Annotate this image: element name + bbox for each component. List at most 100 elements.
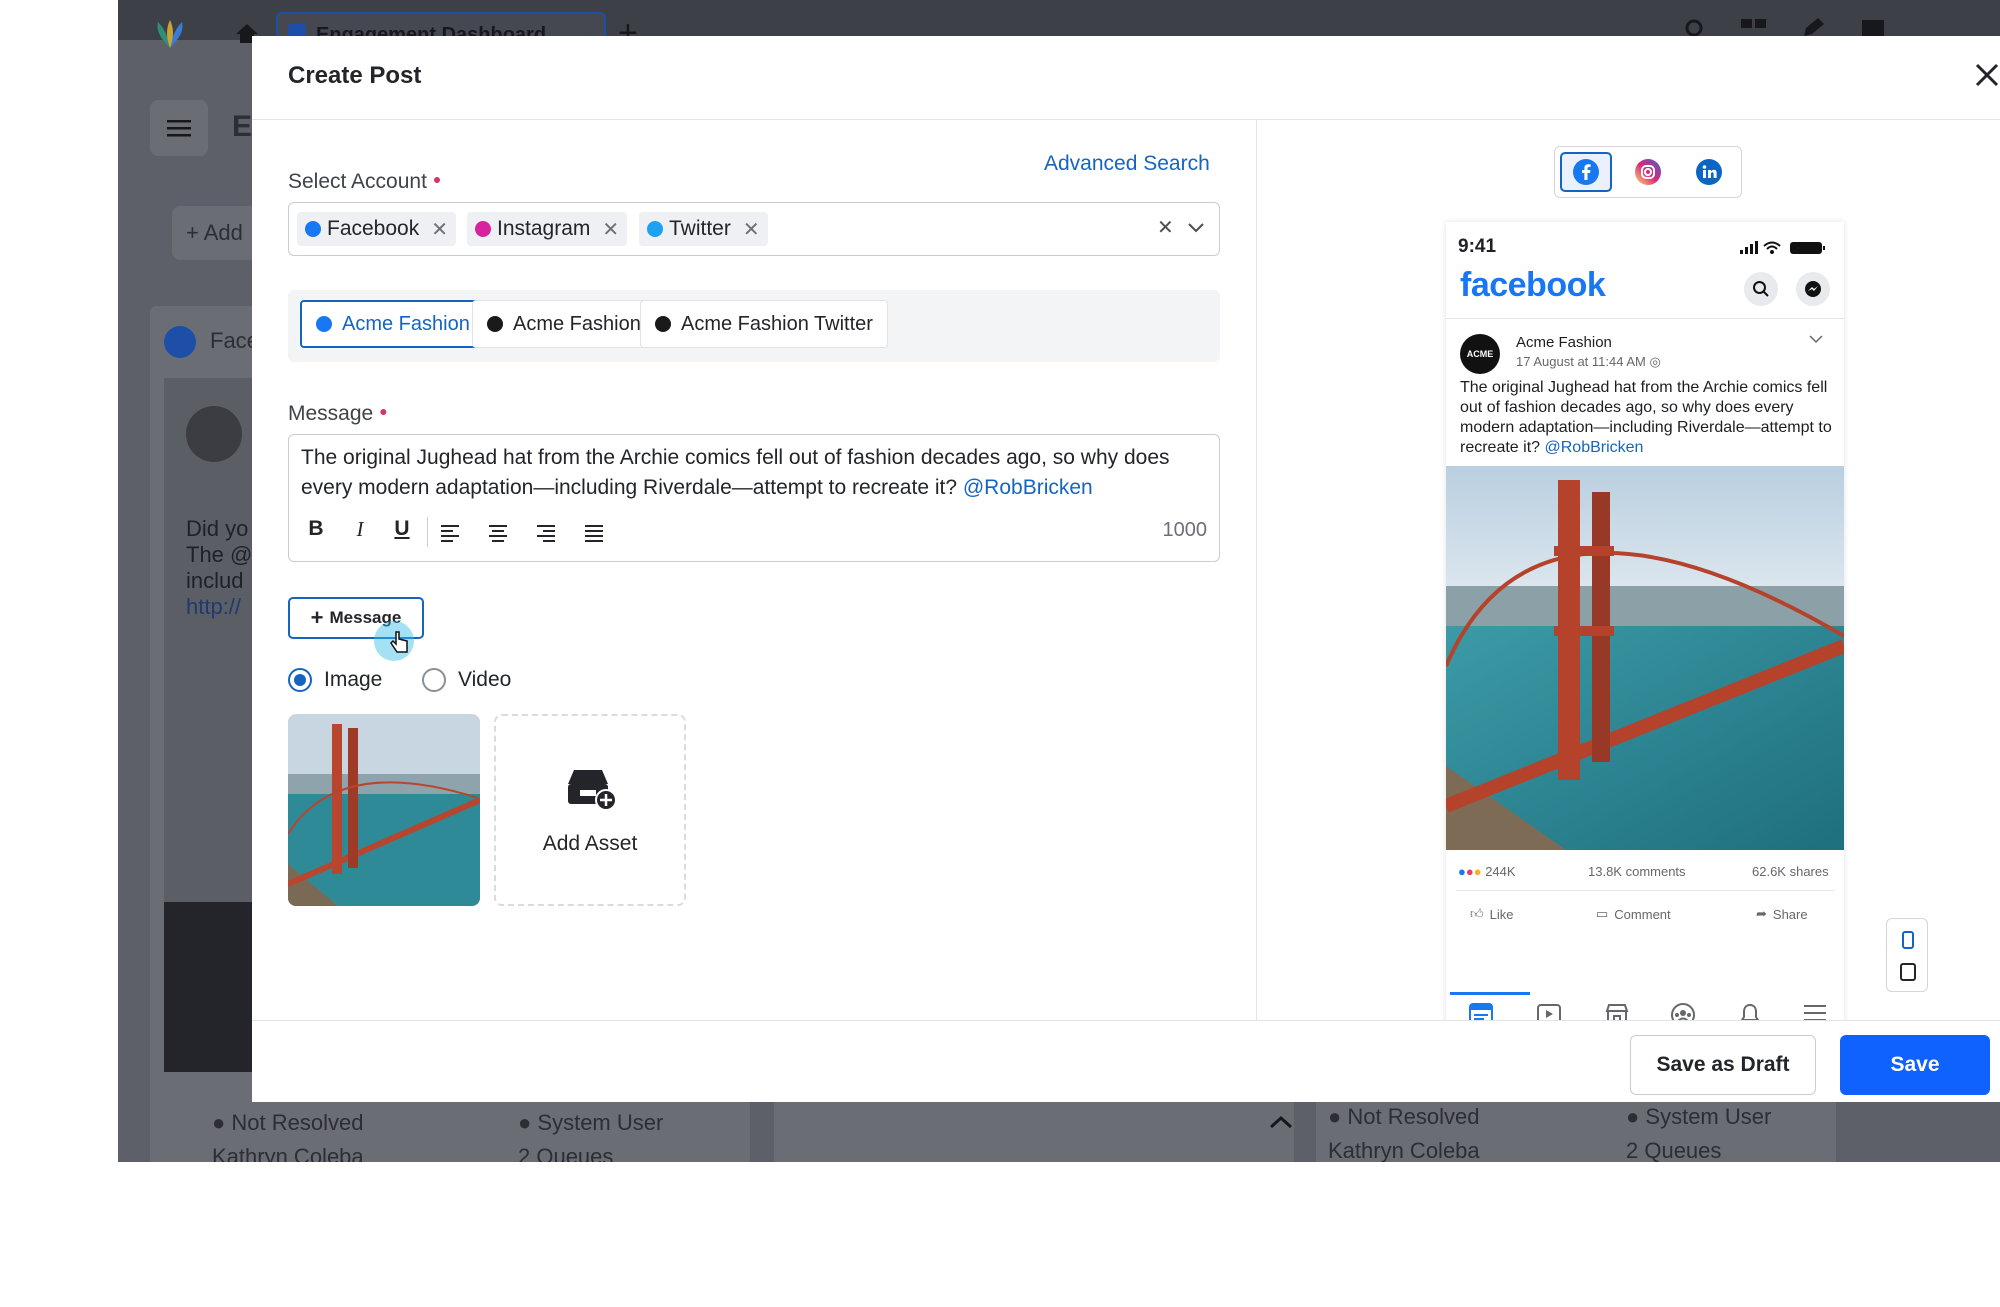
facebook-icon bbox=[305, 221, 321, 237]
status-icons bbox=[1740, 241, 1825, 254]
radio-image[interactable] bbox=[288, 668, 312, 692]
select-account-label: Select Account ● bbox=[288, 170, 442, 193]
facebook-wordmark: facebook bbox=[1460, 266, 1606, 304]
message-editor[interactable]: The original Jughead hat from the Archie… bbox=[288, 434, 1220, 562]
share-count: 62.6K shares bbox=[1752, 864, 1829, 879]
plus-icon: + bbox=[310, 605, 324, 630]
comment-action: ▭ Comment bbox=[1596, 906, 1671, 922]
reaction-count: ●●● 244K bbox=[1458, 864, 1516, 879]
instagram-icon bbox=[475, 221, 491, 237]
text-line: includ bbox=[186, 568, 244, 593]
mobile-view-icon[interactable] bbox=[1901, 931, 1915, 949]
align-center-icon[interactable] bbox=[487, 523, 509, 543]
app-logo-icon bbox=[157, 20, 183, 48]
italic-button[interactable]: I bbox=[347, 517, 373, 542]
text-line: Did yo bbox=[186, 516, 249, 541]
media-type-image[interactable]: Image bbox=[288, 668, 382, 692]
add-label: + Add bbox=[186, 220, 243, 245]
align-justify-icon[interactable] bbox=[583, 523, 605, 543]
search-icon bbox=[1753, 281, 1769, 297]
account-chip-instagram: Instagram ✕ bbox=[467, 212, 628, 246]
message-text[interactable]: The original Jughead hat from the Archie… bbox=[301, 443, 1211, 503]
share-action: ➦ Share bbox=[1756, 906, 1808, 922]
clear-all-icon[interactable]: ✕ bbox=[1157, 215, 1174, 240]
top-app-bar: Engagement Dashboard + bbox=[118, 0, 2000, 52]
mention-link: @RobBricken bbox=[1544, 439, 1644, 456]
close-icon[interactable] bbox=[1974, 62, 2000, 88]
instagram-icon bbox=[1635, 159, 1661, 185]
page-title-fragment: E bbox=[232, 110, 253, 143]
character-count: 1000 bbox=[1162, 519, 1208, 541]
page-name: Acme Fashion bbox=[1516, 334, 1612, 351]
menu-button[interactable] bbox=[150, 100, 208, 156]
chip-label: Twitter bbox=[669, 217, 731, 240]
avatar bbox=[186, 406, 242, 462]
add-asset-label: Add Asset bbox=[542, 832, 638, 855]
chevron-down-icon bbox=[1809, 335, 1823, 344]
bridge-image bbox=[288, 714, 480, 906]
media-type-video[interactable]: Video bbox=[422, 668, 511, 692]
tab-label: Acme Fashion Twitter bbox=[681, 312, 873, 335]
tablet-view-icon[interactable] bbox=[1899, 963, 1917, 981]
account-select[interactable]: Facebook ✕ Instagram ✕ Twitter ✕ ✕ bbox=[288, 202, 1220, 256]
modal-footer: Save as Draft Save bbox=[252, 1020, 2000, 1102]
acme-logo-icon bbox=[655, 316, 671, 332]
reactions-icon: ● bbox=[1458, 864, 1466, 879]
save-button[interactable]: Save bbox=[1840, 1035, 1990, 1095]
chevron-down-icon[interactable] bbox=[1187, 221, 1205, 235]
remove-chip-icon[interactable]: ✕ bbox=[743, 217, 760, 242]
text-line: The @ bbox=[186, 542, 253, 567]
messenger-icon bbox=[1805, 281, 1821, 297]
account-chip-twitter: Twitter ✕ bbox=[639, 212, 768, 246]
network-switcher bbox=[1554, 146, 1742, 198]
acme-logo-icon bbox=[487, 316, 503, 332]
globe-icon: ◎ bbox=[1649, 354, 1661, 369]
twitter-icon bbox=[647, 221, 663, 237]
post-preview: Did yo The @ includ http:// bbox=[164, 378, 254, 948]
linkedin-icon bbox=[1696, 159, 1722, 185]
modal-title: Create Post bbox=[288, 62, 422, 89]
underline-button[interactable]: U bbox=[389, 517, 415, 541]
status-text: ● Not Resolved bbox=[212, 1110, 364, 1135]
user-text: ● System User bbox=[1626, 1104, 1772, 1129]
chevron-up-icon[interactable] bbox=[1268, 1114, 1294, 1130]
video-thumbnail bbox=[164, 902, 254, 1072]
tab-acme-fashion-twitter[interactable]: Acme Fashion Twitter bbox=[640, 300, 888, 348]
post-image bbox=[1446, 466, 1844, 850]
pointer-hand-icon bbox=[390, 631, 408, 653]
network-instagram-button[interactable] bbox=[1622, 152, 1674, 192]
active-nav-indicator bbox=[1450, 992, 1530, 995]
preview-divider bbox=[1456, 890, 1834, 891]
network-facebook-button[interactable] bbox=[1560, 152, 1612, 192]
remove-chip-icon[interactable]: ✕ bbox=[602, 217, 619, 242]
share-icon: ➦ bbox=[1756, 906, 1767, 921]
add-asset-button[interactable]: Add Asset bbox=[494, 714, 686, 906]
save-as-draft-button[interactable]: Save as Draft bbox=[1630, 1035, 1816, 1095]
mention-link[interactable]: @RobBricken bbox=[963, 476, 1093, 499]
network-linkedin-button[interactable] bbox=[1683, 152, 1735, 192]
create-post-modal: Create Post Select Account ● Advanced Sea… bbox=[252, 36, 2000, 1102]
remove-chip-icon[interactable]: ✕ bbox=[431, 217, 448, 242]
advanced-search-link[interactable]: Advanced Search bbox=[1044, 152, 1210, 176]
device-view-toggle bbox=[1886, 918, 1928, 992]
comment-icon: ▭ bbox=[1596, 906, 1609, 921]
align-right-icon[interactable] bbox=[535, 523, 557, 543]
align-left-icon[interactable] bbox=[439, 523, 461, 543]
preview-divider bbox=[1446, 318, 1844, 319]
radio-video[interactable] bbox=[422, 668, 446, 692]
facebook-icon bbox=[164, 326, 196, 358]
bold-button[interactable]: B bbox=[303, 517, 329, 541]
chip-label: Facebook bbox=[327, 217, 420, 240]
uploaded-image-thumbnail[interactable] bbox=[288, 714, 480, 906]
toolbar-divider bbox=[427, 517, 428, 547]
pane-divider bbox=[1256, 120, 1257, 1020]
radio-label: Video bbox=[458, 668, 512, 691]
queues-text: 2 Queues bbox=[518, 1144, 614, 1162]
facebook-preview-phone: 9:41 facebook ACME Acme Fashion 17 Augus… bbox=[1446, 222, 1844, 1052]
comment-count: 13.8K comments bbox=[1588, 864, 1686, 879]
queues-text: 2 Queues bbox=[1626, 1138, 1722, 1162]
assignee-text: Kathryn Coleba bbox=[1328, 1138, 1480, 1162]
facebook-icon bbox=[316, 316, 332, 332]
message-label: Message ● bbox=[288, 402, 388, 425]
like-action: 👍︎ Like bbox=[1470, 906, 1514, 922]
